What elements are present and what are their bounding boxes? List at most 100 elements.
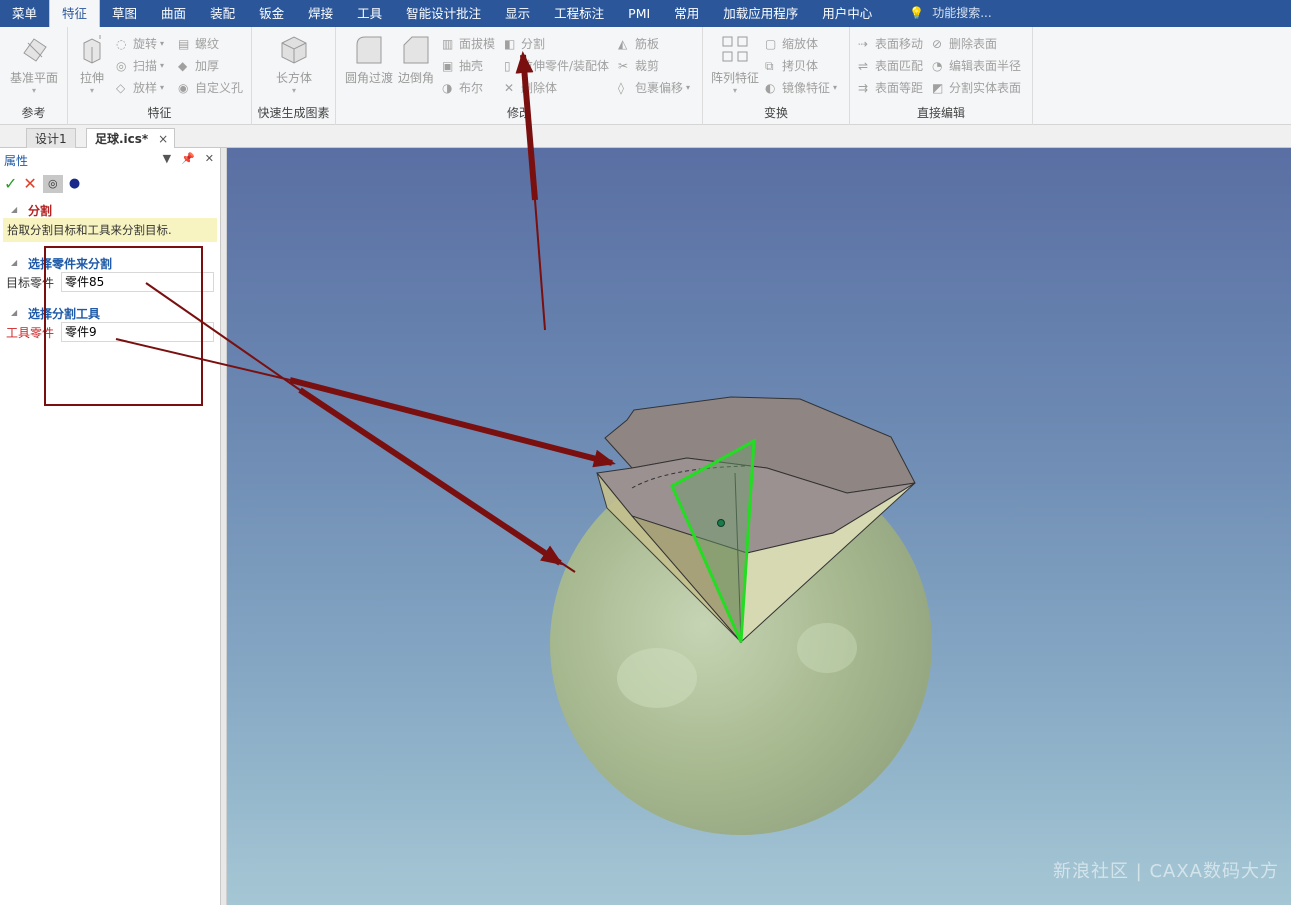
draft-label: 面拔模: [459, 37, 496, 51]
fillet-button[interactable]: 圆角过渡: [344, 33, 394, 86]
scale-body-button[interactable]: ▢ 缩放体: [765, 35, 818, 52]
base-plane-button[interactable]: 基准平面 ▾: [6, 33, 62, 95]
menu-tab-6[interactable]: 焊接: [296, 0, 345, 27]
doc-tab-label: 设计1: [35, 132, 67, 146]
sweep-button[interactable]: ◎ 扫描 ▾: [116, 57, 164, 74]
copy-label: 拷贝体: [782, 59, 819, 73]
target-part-field[interactable]: 零件85: [61, 272, 214, 292]
hint-text: 拾取分割目标和工具来分割目标.: [3, 218, 217, 242]
copy-body-button[interactable]: ⧉ 拷贝体: [765, 57, 818, 74]
menu-tab-0[interactable]: 菜单: [0, 0, 49, 27]
mirror-button[interactable]: ◐ 镜像特征 ▾: [765, 79, 837, 96]
chamfer-label: 边倒角: [397, 71, 434, 85]
shell-button[interactable]: ▣ 抽壳: [442, 57, 483, 74]
match-face-label: 表面匹配: [875, 59, 924, 73]
group-label-direct-edit: 直接编辑: [916, 106, 965, 120]
menu-tab-5[interactable]: 钣金: [247, 0, 296, 27]
move-face-button[interactable]: ⇢ 表面移动: [858, 35, 923, 52]
collapse-icon[interactable]: ◢: [11, 258, 17, 267]
feature-search-placeholder: 功能搜索...: [932, 6, 992, 20]
ribbon: 基准平面 ▾ 参考 拉伸 ▾ ◌ 旋转 ▾ ◎ 扫描 ▾ ◇ 放样 ▾ ▤ 螺纹 ◆ 加厚 ◉ 自…: [0, 27, 1291, 125]
edit-radius-button[interactable]: ◔ 编辑表面半径: [932, 57, 1021, 74]
extrude-part-button[interactable]: ▯ 拉伸零件/装配体: [504, 57, 609, 74]
menu-tab-14[interactable]: 用户中心: [810, 0, 884, 27]
menu-tab-11[interactable]: PMI: [616, 0, 662, 27]
trim-button[interactable]: ✂ 裁剪: [618, 57, 659, 74]
dropdown-icon[interactable]: ▼: [163, 152, 171, 165]
3d-viewport[interactable]: 新浪社区 | CAXA数码大方: [227, 148, 1291, 905]
offset-face-button[interactable]: ⇉ 表面等距: [858, 79, 923, 96]
rib-button[interactable]: ◭ 筋板: [618, 35, 659, 52]
match-face-button[interactable]: ⇌ 表面匹配: [858, 57, 923, 74]
menu-tab-7[interactable]: 工具: [345, 0, 394, 27]
pattern-button[interactable]: 阵列特征 ▾: [709, 33, 761, 95]
close-panel-icon[interactable]: ✕: [205, 152, 214, 165]
split-button[interactable]: ◧ 分割: [504, 35, 545, 52]
menu-tab-12[interactable]: 常用: [662, 0, 711, 27]
feature-search[interactable]: 💡 功能搜索...: [884, 0, 1001, 27]
tool-part-field[interactable]: 零件9: [61, 322, 214, 342]
collapse-icon[interactable]: ◢: [11, 205, 17, 214]
trim-label: 裁剪: [635, 59, 660, 73]
menu-tab-9[interactable]: 显示: [493, 0, 542, 27]
custom-hole-button[interactable]: ◉ 自定义孔: [178, 79, 243, 96]
box-icon: [281, 36, 307, 64]
revolve-label: 旋转: [133, 37, 158, 51]
draft-button[interactable]: ▥ 面拔模: [442, 35, 495, 52]
close-icon[interactable]: ×: [158, 129, 168, 149]
sweep-label: 扫描: [133, 59, 158, 73]
wrap-offset-label: 包裹偏移: [635, 81, 684, 95]
shell-icon: ▣: [442, 58, 454, 73]
move-face-icon: ⇢: [858, 36, 869, 51]
menu-tab-4[interactable]: 装配: [198, 0, 247, 27]
preview-icon[interactable]: ◎: [42, 174, 63, 193]
group-label-transform: 变换: [763, 106, 788, 120]
extrude-button[interactable]: 拉伸 ▾: [74, 33, 110, 95]
boolean-button[interactable]: ◑ 布尔: [442, 79, 483, 96]
split-solid-face-button[interactable]: ◩ 分割实体表面: [932, 79, 1021, 96]
loft-label: 放样: [133, 81, 158, 95]
menu-tab-10[interactable]: 工程标注: [542, 0, 616, 27]
thread-button[interactable]: ▤ 螺纹: [178, 35, 219, 52]
menu-tab-13[interactable]: 加载应用程序: [711, 0, 810, 27]
target-part-label: 目标零件: [6, 276, 55, 290]
match-face-icon: ⇌: [858, 58, 869, 73]
menu-bar: 菜单 特征 草图 曲面 装配 钣金 焊接 工具 智能设计批注 显示 工程标注 PMI 常用 加载应用程序用…: [0, 0, 1291, 27]
ribbon-group-feature: 拉伸 ▾ ◌ 旋转 ▾ ◎ 扫描 ▾ ◇ 放样 ▾ ▤ 螺纹 ◆ 加厚 ◉ 自定义孔 特征: [68, 27, 252, 125]
panel-title-controls: ▼ 📌 ✕: [163, 152, 214, 165]
remove-body-button[interactable]: ✕ 删除体: [504, 79, 557, 96]
section-tool-title: 选择分割工具: [28, 307, 101, 321]
menu-tab-3[interactable]: 曲面: [149, 0, 198, 27]
panel-toolbar: ✓ ✕ ◎ ●: [4, 174, 80, 193]
fillet-icon: [356, 36, 382, 64]
menu-tab-8[interactable]: 智能设计批注: [394, 0, 493, 27]
doc-tab-design1[interactable]: 设计1: [26, 128, 76, 148]
box-label: 长方体: [275, 71, 312, 85]
menu-tab-1[interactable]: 特征: [49, 0, 101, 27]
delete-face-icon: ⊘: [932, 36, 943, 51]
pin-icon[interactable]: 📌: [181, 152, 195, 165]
doc-tab-football[interactable]: 足球.ics* ×: [86, 128, 176, 149]
collapse-icon[interactable]: ◢: [11, 308, 17, 317]
extrude-part-icon: ▯: [504, 58, 511, 73]
plane-icon: [23, 38, 47, 62]
delete-face-button[interactable]: ⊘ 删除表面: [932, 35, 997, 52]
mirror-icon: ◐: [765, 80, 776, 95]
rib-icon: ◭: [618, 36, 628, 51]
cancel-icon[interactable]: ✕: [23, 174, 36, 193]
wrap-offset-icon: ◊: [618, 80, 624, 95]
box-button[interactable]: 长方体 ▾: [272, 33, 316, 95]
section-target-title: 选择零件来分割: [28, 257, 113, 271]
property-panel: 属性 ▼ 📌 ✕ ✓ ✕ ◎ ● ◢ 分割 拾取分割目标和工具来分割目标. ◢ …: [0, 148, 221, 905]
chamfer-button[interactable]: 边倒角: [396, 33, 436, 86]
loft-button[interactable]: ◇ 放样 ▾: [116, 79, 164, 96]
draft-icon: ▥: [442, 36, 454, 51]
dot-icon[interactable]: ●: [69, 176, 80, 191]
wrap-offset-button[interactable]: ◊ 包裹偏移 ▾: [618, 79, 690, 96]
menu-tab-2[interactable]: 草图: [100, 0, 149, 27]
offset-face-label: 表面等距: [875, 81, 924, 95]
offset-face-icon: ⇉: [858, 80, 869, 95]
thicken-button[interactable]: ◆ 加厚: [178, 57, 219, 74]
revolve-button[interactable]: ◌ 旋转 ▾: [116, 35, 164, 52]
confirm-icon[interactable]: ✓: [4, 174, 17, 193]
